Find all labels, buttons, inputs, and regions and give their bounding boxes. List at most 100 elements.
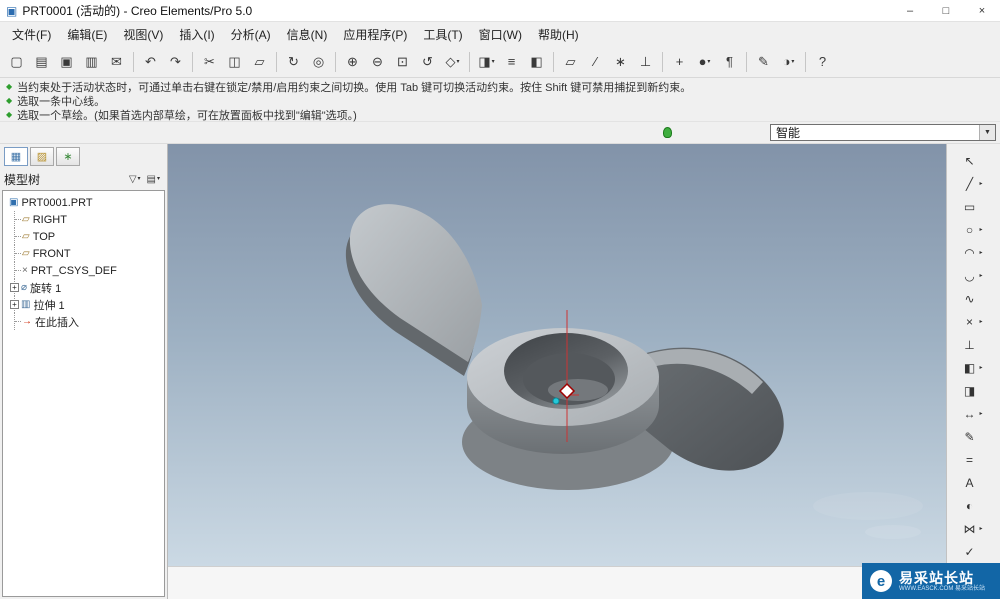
menu-item[interactable]: 插入(I) [171,23,222,46]
wing-nut-model[interactable] [168,144,946,566]
flyout-arrow-icon[interactable]: ▸ [980,180,988,187]
circle-button[interactable]: ○ [960,220,980,240]
close-button[interactable]: × [964,0,1000,21]
mirror-trim-button[interactable]: ⋈ [960,519,980,539]
tree-item-label: PRT_CSYS_DEF [30,264,117,277]
context-help-button[interactable]: ? [811,50,834,73]
offset-edge-button[interactable]: ◨ [960,381,980,401]
menu-item[interactable]: 视图(V) [115,23,171,46]
toolbar-separator [662,51,663,72]
undo-button[interactable]: ↶ [139,50,162,73]
display-style-button[interactable]: ● ▾ [693,50,716,73]
use-edge-button[interactable]: ◧ [960,358,980,378]
zoom-in-button[interactable]: ⊕ [341,50,364,73]
point-button[interactable]: × [960,312,980,332]
copy-button[interactable]: ◫ [223,50,246,73]
find-button[interactable]: ◎ [307,50,330,73]
regenerate-button[interactable]: ↻ [282,50,305,73]
graphics-viewport[interactable] [168,144,946,566]
refit-button[interactable]: ⊡ [391,50,414,73]
flyout-arrow-icon[interactable]: ▸ [980,364,988,371]
orient-button[interactable]: ◇ ▾ [441,50,464,73]
sketcher-button[interactable]: ✎ [752,50,775,73]
spin-center-button[interactable]: + [668,50,691,73]
new-file-button[interactable]: ▢ [5,50,28,73]
paste-button[interactable]: ▱ [248,50,271,73]
expander-icon[interactable]: + [10,283,19,292]
tree-item-extrude-1[interactable]: + ▥ 拉伸 1 [7,296,164,313]
tab-model-tree[interactable]: ▦ [4,146,28,166]
select-arrow-button[interactable]: ↖ [960,151,980,171]
email-button[interactable]: ✉ [105,50,128,73]
appearance-button[interactable]: ◑ ▾ [777,50,800,73]
toolbar-separator [192,51,193,72]
flyout-arrow-icon[interactable]: ▸ [980,226,988,233]
chevron-down-icon[interactable]: ▼ [979,125,995,140]
expander-icon[interactable]: + [10,300,19,309]
menu-item[interactable]: 编辑(E) [59,23,115,46]
tree-item-top[interactable]: ▱ TOP [7,228,164,245]
selection-status-icon [663,127,672,138]
snap-point[interactable] [552,397,560,405]
minimize-button[interactable]: – [892,0,928,21]
dimension-button[interactable]: ↔ [960,404,980,424]
redo-button[interactable]: ↷ [164,50,187,73]
datum-axes-button[interactable]: ∕ [584,50,607,73]
insert-here-icon: → [22,315,32,327]
spline-button[interactable]: ∿ [960,289,980,309]
flyout-arrow-icon[interactable]: ▸ [980,525,988,532]
menu-item[interactable]: 信息(N) [279,23,336,46]
zoom-out-button[interactable]: ⊖ [366,50,389,73]
menu-item[interactable]: 分析(A) [223,23,279,46]
tree-item-prt-csys-def[interactable]: × PRT_CSYS_DEF [7,262,164,279]
right-toolbar-row: ⋈ ▸ [947,517,1000,540]
flyout-arrow-icon[interactable]: ▸ [980,249,988,256]
tree-settings-button[interactable]: ▤ ▾ [144,173,163,186]
selection-filter-combo[interactable]: 智能 ▼ [770,124,996,141]
layers-button[interactable]: ≡ [500,50,523,73]
repaint-button[interactable]: ↺ [416,50,439,73]
datum-points-button[interactable]: ∗ [609,50,632,73]
text-button[interactable]: A [960,473,980,493]
flyout-arrow-icon[interactable]: ▸ [980,318,988,325]
annotation-button[interactable]: ¶ [718,50,741,73]
palette-button[interactable]: ◐ [960,496,980,516]
right-toolbar-row: ∿ [947,287,1000,310]
tree-item-revolve-1[interactable]: + ⌀ 旋转 1 [7,279,164,296]
coordinate-system-button[interactable]: ⊥ [960,335,980,355]
save-button[interactable]: ▣ [55,50,78,73]
tree-item-prt0001[interactable]: ▣ PRT0001.PRT [7,194,164,211]
show-filter-button[interactable]: ▽ ▾ [126,173,144,186]
watermark-title: 易采站长站 [899,569,974,586]
menu-item[interactable]: 帮助(H) [530,23,587,46]
flyout-arrow-icon[interactable]: ▸ [980,272,988,279]
line-button[interactable]: ╱ [960,174,980,194]
menu-item[interactable]: 应用程序(P) [335,23,415,46]
window-title: PRT0001 (活动的) - Creo Elements/Pro 5.0 [22,4,253,18]
rectangle-button[interactable]: ▭ [960,197,980,217]
maximize-button[interactable]: □ [928,0,964,21]
open-file-button[interactable]: ▤ [30,50,53,73]
menu-item[interactable]: 工具(T) [415,23,470,46]
dropdown-arrow-icon: ▾ [791,58,795,65]
arc-button[interactable]: ◠ [960,243,980,263]
datum-planes-button[interactable]: ▱ [559,50,582,73]
menu-item[interactable]: 文件(F) [4,23,59,46]
done-button[interactable]: ✓ [960,542,980,562]
print-button[interactable]: ▥ [80,50,103,73]
tab-folder-browser[interactable]: ▨ [30,146,54,166]
constraint-button[interactable]: = [960,450,980,470]
flyout-arrow-icon[interactable]: ▸ [980,410,988,417]
tab-favorites[interactable]: ∗ [56,146,80,166]
view-manager-button[interactable]: ◧ [525,50,548,73]
menu-item[interactable]: 窗口(W) [471,23,530,46]
tree-item-insert-here[interactable]: → 在此插入 [7,313,164,330]
message-line: ◆ 选取一个草绘。(如果首选内部草绘，可在放置面板中找到"编辑"选项。) [4,108,996,122]
saved-views-button[interactable]: ◨ ▾ [475,50,498,73]
tree-item-front[interactable]: ▱ FRONT [7,245,164,262]
modify-dimension-button[interactable]: ✎ [960,427,980,447]
tree-item-right[interactable]: ▱ RIGHT [7,211,164,228]
datum-csys-button[interactable]: ⊥ [634,50,657,73]
cut-button[interactable]: ✂ [198,50,221,73]
fillet-button[interactable]: ◡ [960,266,980,286]
